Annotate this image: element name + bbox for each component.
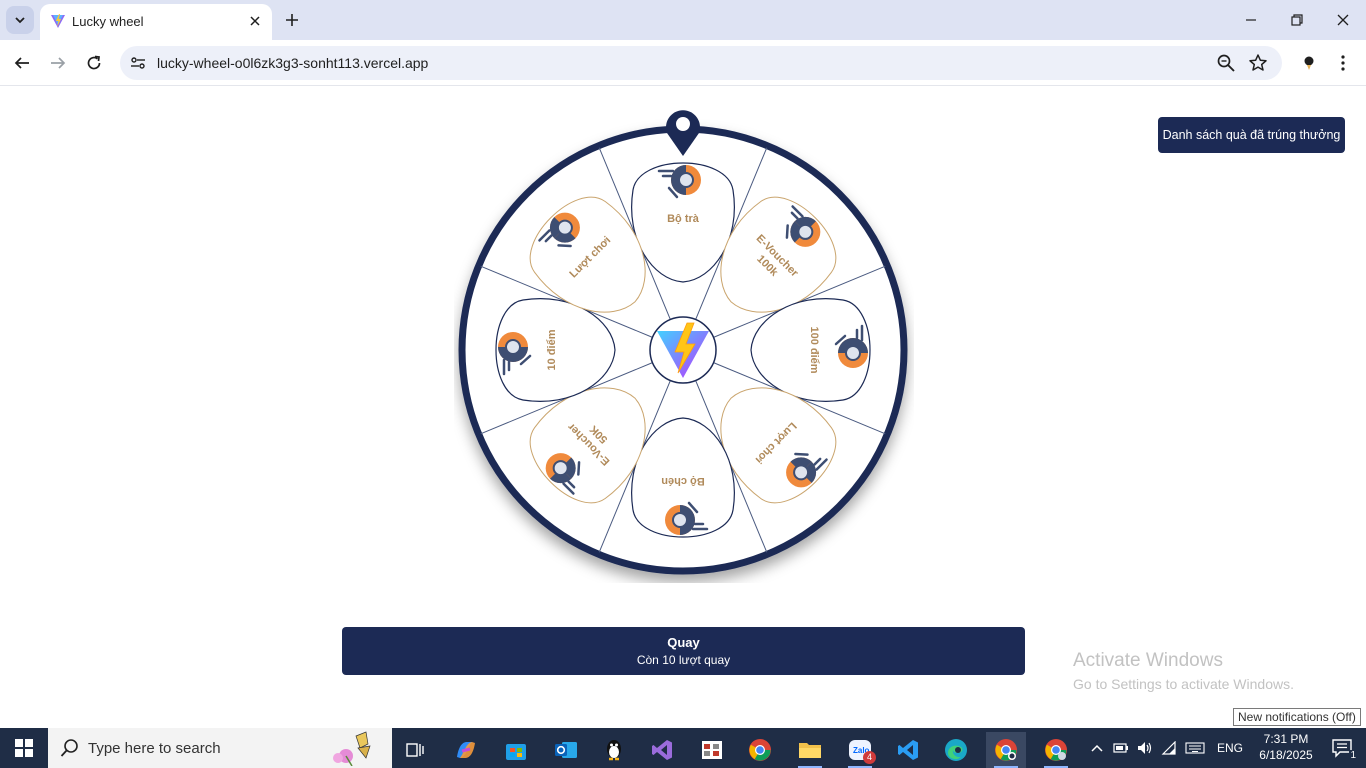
keyboard-icon [1185,742,1205,754]
restore-icon [1291,14,1303,26]
spin-button[interactable]: Quay Còn 10 lượt quay [342,627,1025,675]
show-hidden-icons-button[interactable] [1086,728,1108,768]
clock-date: 6/18/2025 [1259,748,1313,762]
tab-close-icon[interactable] [246,12,264,30]
store-icon [506,744,526,760]
close-window-button[interactable] [1320,0,1366,40]
chevron-down-icon [15,17,25,24]
kebab-menu-icon [1341,55,1345,71]
vscode-app[interactable] [888,732,928,768]
volume-tray[interactable] [1134,728,1156,768]
segment-label: Bộ trà [667,213,700,225]
chrome-icon [995,739,1017,761]
remaining-spins-text: Còn 10 lượt quay [636,653,731,667]
vite-logo-icon [51,14,65,28]
battery-tray[interactable] [1110,728,1132,768]
activate-windows-watermark: Activate Windows Go to Settings to activ… [1073,650,1294,692]
reload-button[interactable] [80,49,108,77]
paint-grid-icon [702,741,722,759]
edge-icon [945,739,967,761]
penguin-icon [607,740,621,761]
chrome-active-app[interactable] [986,732,1026,768]
copilot-icon [457,742,475,758]
language-indicator[interactable]: ENG [1212,728,1248,768]
tab-title: Lucky wheel [72,14,144,29]
butterfly-flower-icon [333,731,371,766]
qq-app[interactable] [594,732,634,768]
microsoft-store-app[interactable] [496,732,536,768]
url-text: lucky-wheel-o0l6zk3g3-sonht113.vercel.ap… [157,55,429,71]
browser-tab-active[interactable]: Lucky wheel [40,4,272,40]
browser-tabstrip: Lucky wheel [0,0,1366,40]
paint-app[interactable] [692,732,732,768]
forward-button[interactable] [44,49,72,77]
clock-time: 7:31 PM [1263,732,1309,746]
prize-list-button[interactable]: Danh sách quà đã trúng thưởng [1158,117,1345,153]
back-button[interactable] [8,49,36,77]
minimize-button[interactable] [1228,0,1274,40]
taskbar-search-box[interactable]: Type here to search [48,728,392,768]
action-center-button[interactable]: 1 [1322,728,1362,768]
arrow-left-icon [14,57,29,69]
new-tab-button[interactable] [280,8,304,32]
wifi-icon [1161,741,1176,755]
browser-toolbar: lucky-wheel-o0l6zk3g3-sonht113.vercel.ap… [0,40,1366,86]
chrome-icon [1045,739,1067,761]
task-view-button[interactable] [396,732,436,768]
edge-app[interactable] [936,732,976,768]
zalo-notification-badge: 4 [863,751,876,764]
tab-search-button[interactable] [6,6,34,34]
spin-button-label: Quay [667,635,700,650]
segment-label: Bộ chén [661,475,705,487]
windows-taskbar: Type here to search Zalo 4 ENG 7:31 PM 6… [0,728,1366,768]
speaker-icon [1138,742,1152,754]
battery-icon [1113,743,1128,753]
taskbar-clock[interactable]: 7:31 PM 6/18/2025 [1252,731,1320,763]
visual-studio-icon [652,740,672,760]
close-icon [1337,14,1349,26]
outlook-icon [555,742,577,758]
profile-avatar[interactable] [1296,49,1322,77]
activate-title: Activate Windows [1073,650,1223,671]
windows-logo-icon [15,739,33,757]
copilot-app[interactable] [446,732,486,768]
outlook-app[interactable] [546,732,586,768]
lucky-wheel[interactable]: Bộ tràE-Voucher100k100 điểmLượt chơiBộ c… [454,101,914,583]
vscode-icon [898,740,918,760]
zalo-app[interactable]: Zalo 4 [840,732,880,768]
restore-button[interactable] [1274,0,1320,40]
search-icon [60,739,78,757]
page-content: Danh sách quà đã trúng thưởng Bộ trà E-Vo… [0,87,1366,728]
avatar-icon [1304,56,1314,70]
browser-menu-button[interactable] [1330,49,1356,77]
chrome-app[interactable] [740,732,780,768]
chrome-icon [749,739,771,761]
task-view-icon [406,743,424,757]
site-info-icon[interactable] [128,53,148,73]
visual-studio-app[interactable] [642,732,682,768]
chrome-profile-app[interactable] [1036,732,1076,768]
address-bar[interactable]: lucky-wheel-o0l6zk3g3-sonht113.vercel.ap… [120,46,1282,80]
plus-icon [286,14,298,26]
notification-tooltip: New notifications (Off) [1233,708,1361,726]
reload-icon [87,55,101,70]
bookmark-star-icon[interactable] [1248,53,1268,73]
minimize-icon [1246,19,1256,21]
touch-keyboard-tray[interactable] [1182,728,1208,768]
segment-label: 10 điểm [546,329,558,370]
notification-count: 1 [1349,750,1357,761]
network-tray[interactable] [1158,728,1180,768]
search-placeholder: Type here to search [88,740,221,757]
chevron-up-icon [1091,744,1103,752]
activate-subtitle: Go to Settings to activate Windows. [1073,676,1294,692]
start-button[interactable] [0,728,48,768]
arrow-right-icon [51,57,66,69]
file-explorer-app[interactable] [790,732,830,768]
zoom-icon[interactable] [1216,53,1236,73]
segment-label: 100 điểm [808,326,820,373]
folder-icon [799,743,821,758]
